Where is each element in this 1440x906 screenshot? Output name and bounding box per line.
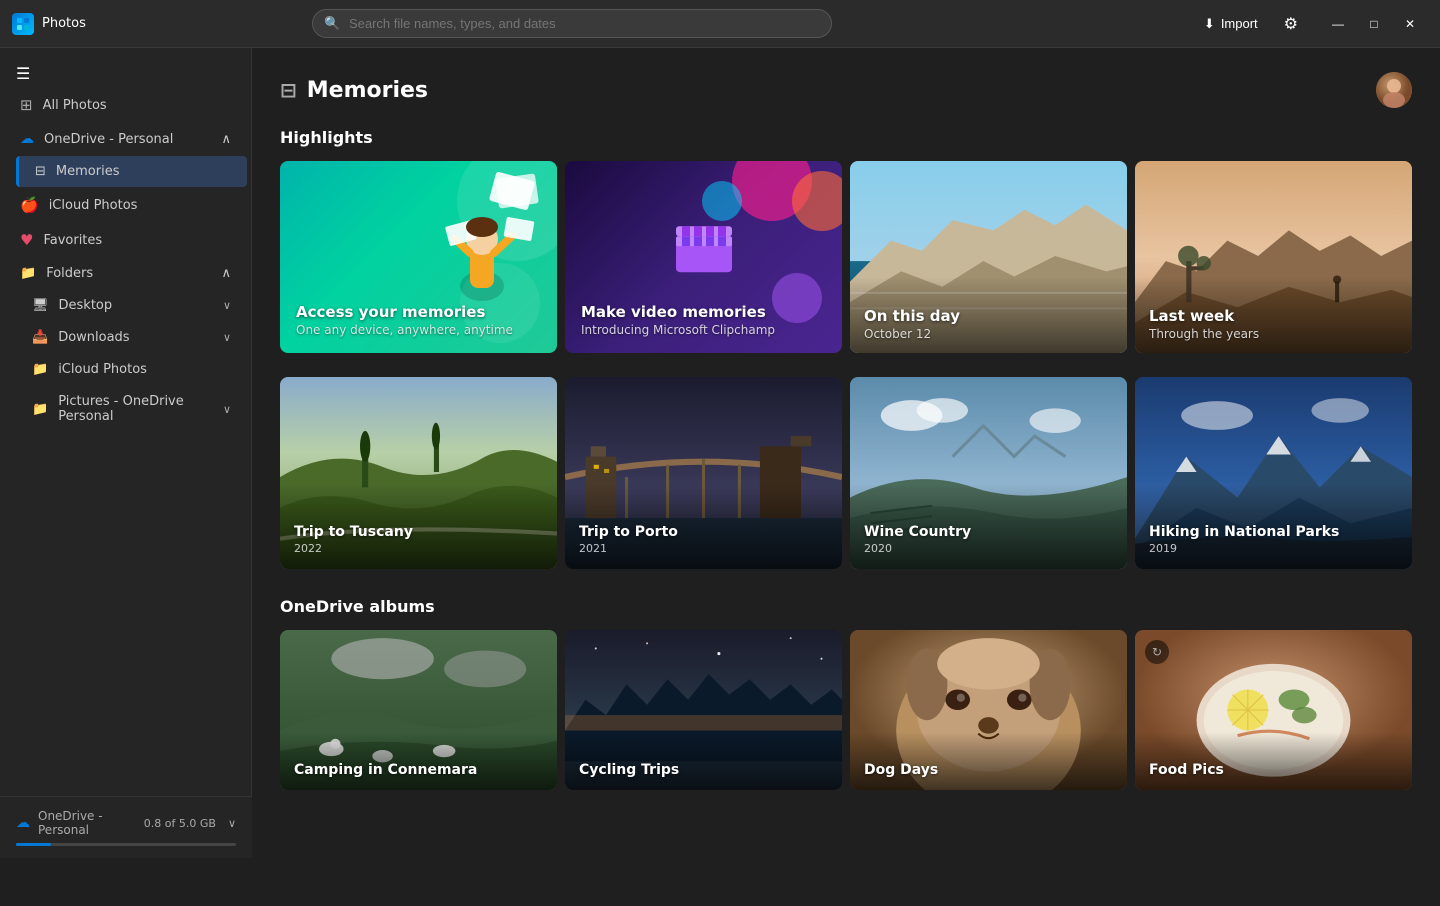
porto-overlay: Trip to Porto 2021	[565, 484, 842, 569]
memories-icon: ⊟	[35, 164, 46, 179]
favorites-icon: ♥	[20, 231, 33, 249]
access-card-content: Access your memories One any device, any…	[280, 161, 557, 353]
memories-grid: Trip to Tuscany 2022	[280, 377, 1412, 569]
memory-card-hiking[interactable]: Hiking in National Parks 2019	[1135, 377, 1412, 569]
sidebar-item-icloud[interactable]: 🍎 iCloud Photos	[4, 188, 247, 222]
sidebar-item-favorites[interactable]: ♥ Favorites	[4, 223, 247, 257]
maximize-button[interactable]: □	[1356, 6, 1392, 42]
albums-section-title: OneDrive albums	[280, 597, 1412, 616]
search-bar[interactable]: 🔍	[312, 9, 832, 38]
import-button[interactable]: ⬇ Import	[1192, 10, 1270, 38]
icloud-icon: 🍎	[20, 196, 39, 214]
folders-subsection: 🖥 Desktop ∨ 📥 Downloads ∨ 📁 iCloud Photo…	[0, 290, 251, 432]
desktop-icon: 🖥	[32, 298, 49, 313]
sync-icon: ↻	[1145, 640, 1169, 664]
import-icon: ⬇	[1204, 16, 1215, 32]
memory-card-wine[interactable]: Wine Country 2020	[850, 377, 1127, 569]
sidebar-item-all-photos[interactable]: ⊞ All Photos	[4, 88, 247, 122]
sidebar-item-downloads[interactable]: 📥 Downloads ∨	[16, 322, 247, 353]
memory-card-porto[interactable]: Trip to Porto 2021	[565, 377, 842, 569]
folders-icon: 📁	[20, 266, 36, 281]
cycling-overlay: Cycling Trips	[565, 732, 842, 790]
sidebar-item-pictures[interactable]: 📁 Pictures - OneDrive Personal ∨	[16, 386, 247, 432]
downloads-icon: 📥	[32, 330, 48, 345]
user-avatar[interactable]	[1376, 72, 1412, 108]
onedrive-chevron-icon: ∧	[221, 132, 231, 147]
downloads-chevron-icon: ∨	[223, 331, 231, 344]
pictures-chevron-icon: ∨	[223, 403, 231, 416]
food-overlay: Food Pics	[1135, 732, 1412, 790]
search-input[interactable]	[312, 9, 832, 38]
icloud-folder-icon: 📁	[32, 362, 48, 377]
minimize-button[interactable]: —	[1320, 6, 1356, 42]
memories-title-icon: ⊟	[280, 78, 297, 102]
sidebar-item-desktop[interactable]: 🖥 Desktop ∨	[16, 290, 247, 321]
album-card-connemara[interactable]: Camping in Connemara	[280, 630, 557, 790]
albums-grid: Camping in Connemara	[280, 630, 1412, 790]
all-photos-icon: ⊞	[20, 96, 33, 114]
sidebar-folders-header[interactable]: 📁 Folders ∧	[4, 258, 247, 289]
onedrive-cloud-icon: ☁	[20, 131, 34, 147]
on-this-day-overlay: On this day October 12	[850, 277, 1127, 353]
titlebar-actions: ⬇ Import ⚙ — □ ✕	[1192, 6, 1428, 42]
storage-fill	[16, 843, 51, 846]
highlight-card-access[interactable]: Access your memories One any device, any…	[280, 161, 557, 353]
app-logo-icon	[12, 13, 34, 35]
album-card-food[interactable]: ↻	[1135, 630, 1412, 790]
video-card-content: Make video memories Introducing Microsof…	[565, 161, 842, 353]
app-title: Photos	[42, 16, 86, 31]
storage-bar	[16, 843, 236, 846]
footer-chevron-icon: ∨	[228, 817, 236, 830]
highlight-card-last-week[interactable]: Last week Through the years	[1135, 161, 1412, 353]
page-title: ⊟ Memories	[280, 78, 428, 103]
dog-overlay: Dog Days	[850, 732, 1127, 790]
album-card-dog[interactable]: Dog Days	[850, 630, 1127, 790]
sidebar-footer: ☁ OneDrive - Personal 0.8 of 5.0 GB ∨	[0, 796, 252, 858]
memory-card-tuscany[interactable]: Trip to Tuscany 2022	[280, 377, 557, 569]
titlebar: Photos 🔍 ⬇ Import ⚙ — □ ✕	[0, 0, 1440, 48]
close-button[interactable]: ✕	[1392, 6, 1428, 42]
folders-chevron-icon: ∧	[221, 266, 231, 281]
hiking-overlay: Hiking in National Parks 2019	[1135, 484, 1412, 569]
search-icon: 🔍	[324, 16, 340, 31]
wine-overlay: Wine Country 2020	[850, 484, 1127, 569]
highlight-card-video[interactable]: Make video memories Introducing Microsof…	[565, 161, 842, 353]
tuscany-overlay: Trip to Tuscany 2022	[280, 484, 557, 569]
sidebar-item-memories[interactable]: ⊟ Memories	[16, 156, 247, 187]
onedrive-subsection: ⊟ Memories	[0, 156, 251, 187]
page-header: ⊟ Memories	[280, 72, 1412, 108]
pictures-icon: 📁	[32, 402, 48, 417]
desktop-chevron-icon: ∨	[223, 299, 231, 312]
connemara-overlay: Camping in Connemara	[280, 732, 557, 790]
highlight-card-on-this-day[interactable]: On this day October 12	[850, 161, 1127, 353]
main-content: ⊟ Memories Highlights	[252, 48, 1440, 858]
highlights-section-title: Highlights	[280, 128, 1412, 147]
last-week-overlay: Last week Through the years	[1135, 277, 1412, 353]
sidebar: ☰ ⊞ All Photos ☁ OneDrive - Personal ∧ ⊟…	[0, 48, 252, 858]
footer-cloud-icon: ☁	[16, 815, 30, 831]
app-logo: Photos	[12, 13, 132, 35]
hamburger-menu[interactable]: ☰	[0, 56, 251, 87]
album-card-cycling[interactable]: Cycling Trips	[565, 630, 842, 790]
highlights-grid: Access your memories One any device, any…	[280, 161, 1412, 353]
sidebar-item-icloud-folder[interactable]: 📁 iCloud Photos	[16, 354, 247, 385]
settings-button[interactable]: ⚙	[1278, 8, 1304, 40]
window-controls: — □ ✕	[1320, 6, 1428, 42]
sidebar-onedrive-header[interactable]: ☁ OneDrive - Personal ∧	[4, 123, 247, 155]
